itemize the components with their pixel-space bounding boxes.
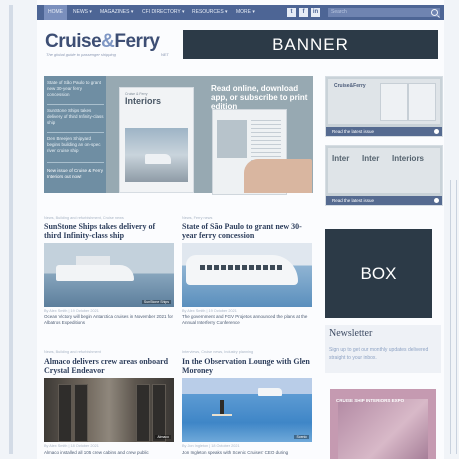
article-excerpt: The government and FGV Projetos announce… bbox=[182, 314, 308, 325]
latest-issue-card[interactable]: Inter Inter Interiors Read the latest is… bbox=[325, 145, 443, 206]
issue-bar: Read the latest issue bbox=[326, 127, 442, 136]
locker bbox=[74, 384, 88, 442]
article-byline: By Alex Smith | 19 October 2021 bbox=[44, 309, 99, 313]
hero-item[interactable]: SunStone Ships takes delivery of third I… bbox=[47, 108, 104, 126]
issue-logo: Cruise&Ferry bbox=[334, 83, 366, 89]
article-byline: By Jon Ingleton | 18 October 2021 bbox=[182, 444, 240, 448]
hero-carousel: State of São Paulo to grant new 30-year … bbox=[44, 76, 313, 195]
image-credit: Scenic bbox=[294, 435, 309, 439]
article-byline: By Alex Smith | 19 October 2021 bbox=[182, 309, 237, 313]
newsletter-signup-link[interactable]: Sign up to get our monthly updates deliv… bbox=[329, 346, 435, 362]
logo-net: NET bbox=[161, 52, 169, 57]
arrow-right-icon[interactable] bbox=[434, 129, 439, 134]
nav-news[interactable]: NEWS ▾ bbox=[73, 5, 92, 20]
issue-spread: Inter Inter Interiors bbox=[328, 148, 440, 193]
divider bbox=[47, 132, 104, 133]
ad-text: CRUISE SHIP INTERIORS EXPO bbox=[336, 398, 405, 403]
issue-title: Inter bbox=[332, 154, 350, 163]
article-excerpt: Ocean Victory will begin Antarctica crui… bbox=[44, 314, 173, 325]
facebook-icon[interactable]: f bbox=[299, 8, 308, 17]
arrow-right-icon[interactable] bbox=[434, 198, 439, 203]
issue-spread: Cruise&Ferry bbox=[328, 79, 440, 124]
cruise-ship-interiors-ad[interactable]: CRUISE SHIP INTERIORS EXPO bbox=[330, 389, 436, 459]
article-category[interactable]: Interviews, Cruise news, Industry planni… bbox=[182, 350, 253, 354]
image-credit: SunStone Ships bbox=[141, 300, 171, 304]
ship-hull bbox=[56, 265, 134, 281]
divider bbox=[47, 104, 104, 105]
right-edge-lines bbox=[450, 180, 457, 454]
logo-ampersand: & bbox=[101, 31, 115, 52]
article-headline[interactable]: In the Observation Lounge with Glen Moro… bbox=[182, 357, 312, 375]
ferry-hull bbox=[186, 255, 298, 285]
article-category[interactable]: News, Building and refurbishment, Cruise… bbox=[44, 216, 124, 220]
article-excerpt: Almaco installed all 105 crew cabins and… bbox=[44, 450, 149, 455]
distant-ship bbox=[258, 388, 282, 396]
locker bbox=[58, 384, 72, 442]
banner-placeholder: BANNER bbox=[183, 30, 438, 59]
issue-bar: Read the latest issue bbox=[326, 196, 442, 205]
ferry-windows bbox=[200, 265, 284, 270]
locker bbox=[152, 384, 166, 442]
issue-page bbox=[408, 83, 436, 121]
issue-label: Read the latest issue bbox=[332, 129, 375, 134]
article-image[interactable]: Almaco bbox=[44, 378, 174, 442]
search-placeholder: Search bbox=[331, 9, 347, 15]
linkedin-icon[interactable]: in bbox=[311, 8, 320, 17]
logo-main: Cruise bbox=[45, 31, 102, 52]
top-navigation: HOME NEWS ▾ MAGAZINES ▾ CFI DIRECTORY ▾ … bbox=[37, 5, 444, 20]
nav-cfi-directory[interactable]: CFI DIRECTORY ▾ bbox=[142, 5, 185, 20]
article-excerpt: Jon Ingleton speaks with Scenic Cruises'… bbox=[182, 450, 289, 455]
issue-page bbox=[380, 83, 408, 121]
nav-resources[interactable]: RESOURCES ▾ bbox=[192, 5, 228, 20]
article-headline[interactable]: Almaco delivers crew areas onboard Cryst… bbox=[44, 357, 174, 375]
newsletter-widget: Newsletter Sign up to get our monthly up… bbox=[325, 325, 441, 373]
hero-item[interactable]: Den Breejen Shipyard begins building an … bbox=[47, 136, 104, 154]
search-input[interactable]: Search bbox=[328, 8, 440, 17]
ad-image bbox=[338, 399, 428, 459]
paddleboard bbox=[212, 414, 232, 416]
issue-title: Inter bbox=[362, 154, 380, 163]
magazine-cover-image bbox=[125, 128, 188, 182]
twitter-icon[interactable]: t bbox=[287, 8, 296, 17]
ship-illustration bbox=[145, 154, 171, 164]
hero-promo-text: Read online, download app, or subscribe … bbox=[211, 84, 308, 111]
box-placeholder: BOX bbox=[325, 229, 432, 318]
article-image[interactable]: Scenic bbox=[182, 378, 312, 442]
hero-headline-list: State of São Paulo to grant new 30-year … bbox=[44, 76, 106, 193]
nav-more[interactable]: MORE ▾ bbox=[236, 5, 255, 20]
article-image[interactable]: SunStone Ships bbox=[44, 243, 174, 307]
article-category[interactable]: News, Ferry news bbox=[182, 216, 212, 220]
magazine-cover[interactable]: Cruise & Ferry Interiors bbox=[119, 87, 194, 193]
locker bbox=[136, 384, 150, 442]
article-byline: By Alex Smith | 18 October 2021 bbox=[44, 444, 99, 448]
paddleboarder bbox=[220, 400, 224, 414]
tablet-photo bbox=[217, 120, 247, 158]
divider bbox=[47, 162, 104, 163]
issue-title: Interiors bbox=[392, 154, 425, 163]
hero-item-active[interactable]: New issue of Cruise & Ferry Interiors ou… bbox=[47, 168, 104, 180]
article-image[interactable] bbox=[182, 243, 312, 307]
webpage: HOME NEWS ▾ MAGAZINES ▾ CFI DIRECTORY ▾ … bbox=[37, 0, 444, 459]
logo-end: Ferry bbox=[114, 31, 160, 52]
hero-item[interactable]: State of São Paulo to grant new 30-year … bbox=[47, 80, 104, 98]
nav-home[interactable]: HOME bbox=[44, 5, 67, 20]
article-headline[interactable]: SunStone Ships takes delivery of third I… bbox=[44, 222, 174, 240]
newsletter-title: Newsletter bbox=[329, 328, 373, 339]
site-tagline: The global guide to passenger shipping bbox=[46, 52, 116, 57]
search-icon[interactable] bbox=[431, 9, 438, 16]
nav-magazines[interactable]: MAGAZINES ▾ bbox=[100, 5, 133, 20]
magazine-cover-title: Interiors bbox=[125, 96, 162, 106]
left-rail bbox=[9, 5, 13, 454]
site-logo[interactable]: Cruise&Ferry bbox=[45, 31, 160, 53]
image-credit: Almaco bbox=[155, 435, 171, 439]
article-category[interactable]: News, Building and refurbishment bbox=[44, 350, 101, 354]
issue-label: Read the latest issue bbox=[332, 198, 375, 203]
article-headline[interactable]: State of São Paulo to grant new 30-year … bbox=[182, 222, 312, 240]
hand-image bbox=[244, 159, 312, 193]
latest-issue-card[interactable]: Cruise&Ferry Read the latest issue bbox=[325, 76, 443, 137]
